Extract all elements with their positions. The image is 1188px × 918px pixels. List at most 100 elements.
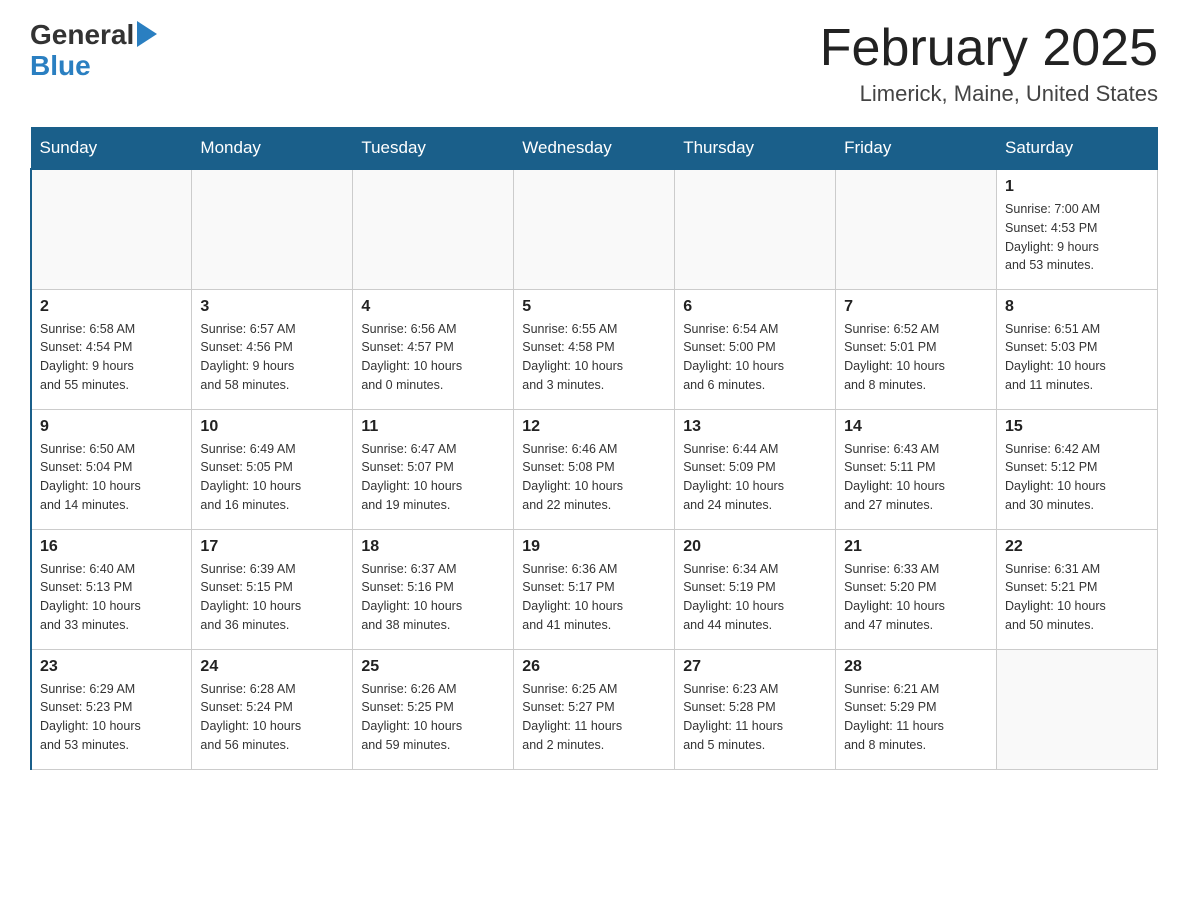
day-number: 28 [844,658,988,676]
day-info: Sunrise: 6:46 AMSunset: 5:08 PMDaylight:… [522,440,666,515]
day-info: Sunrise: 6:29 AMSunset: 5:23 PMDaylight:… [40,680,183,755]
day-number: 9 [40,418,183,436]
day-cell [836,169,997,289]
week-row-2: 2 Sunrise: 6:58 AMSunset: 4:54 PMDaylight… [31,289,1158,409]
day-cell: 3 Sunrise: 6:57 AMSunset: 4:56 PMDaylight… [192,289,353,409]
day-cell: 7 Sunrise: 6:52 AMSunset: 5:01 PMDaylight… [836,289,997,409]
day-cell: 2 Sunrise: 6:58 AMSunset: 4:54 PMDaylight… [31,289,192,409]
day-number: 22 [1005,538,1149,556]
day-info: Sunrise: 6:52 AMSunset: 5:01 PMDaylight:… [844,320,988,395]
header-cell-monday: Monday [192,128,353,170]
header-cell-wednesday: Wednesday [514,128,675,170]
day-cell: 16Sunrise: 6:40 AMSunset: 5:13 PMDayligh… [31,529,192,649]
day-number: 2 [40,298,183,316]
header-cell-tuesday: Tuesday [353,128,514,170]
logo-blue-text: Blue [30,50,91,81]
day-cell [514,169,675,289]
day-number: 3 [200,298,344,316]
calendar-table: SundayMondayTuesdayWednesdayThursdayFrid… [30,127,1158,770]
header-cell-saturday: Saturday [997,128,1158,170]
logo-general-text: General [30,20,134,51]
day-number: 7 [844,298,988,316]
day-info: Sunrise: 6:49 AMSunset: 5:05 PMDaylight:… [200,440,344,515]
day-cell: 13Sunrise: 6:44 AMSunset: 5:09 PMDayligh… [675,409,836,529]
week-row-4: 16Sunrise: 6:40 AMSunset: 5:13 PMDayligh… [31,529,1158,649]
day-number: 14 [844,418,988,436]
logo-arrow-icon [137,21,157,47]
day-info: Sunrise: 6:21 AMSunset: 5:29 PMDaylight:… [844,680,988,755]
day-info: Sunrise: 6:37 AMSunset: 5:16 PMDaylight:… [361,560,505,635]
day-number: 26 [522,658,666,676]
month-title: February 2025 [820,20,1158,77]
day-info: Sunrise: 6:50 AMSunset: 5:04 PMDaylight:… [40,440,183,515]
day-number: 1 [1005,178,1149,196]
day-number: 4 [361,298,505,316]
day-info: Sunrise: 6:42 AMSunset: 5:12 PMDaylight:… [1005,440,1149,515]
week-row-1: 1 Sunrise: 7:00 AMSunset: 4:53 PMDaylight… [31,169,1158,289]
day-cell: 10Sunrise: 6:49 AMSunset: 5:05 PMDayligh… [192,409,353,529]
day-cell: 12 Sunrise: 6:46 AMSunset: 5:08 PMDayligh… [514,409,675,529]
day-cell: 23 Sunrise: 6:29 AMSunset: 5:23 PMDayligh… [31,649,192,769]
calendar-header: SundayMondayTuesdayWednesdayThursdayFrid… [31,128,1158,170]
day-info: Sunrise: 6:39 AMSunset: 5:15 PMDaylight:… [200,560,344,635]
day-cell [192,169,353,289]
day-info: Sunrise: 6:57 AMSunset: 4:56 PMDaylight:… [200,320,344,395]
day-cell: 24 Sunrise: 6:28 AMSunset: 5:24 PMDayligh… [192,649,353,769]
day-cell: 4 Sunrise: 6:56 AMSunset: 4:57 PMDaylight… [353,289,514,409]
day-info: Sunrise: 6:34 AMSunset: 5:19 PMDaylight:… [683,560,827,635]
day-cell: 15 Sunrise: 6:42 AMSunset: 5:12 PMDayligh… [997,409,1158,529]
day-number: 19 [522,538,666,556]
day-cell: 17 Sunrise: 6:39 AMSunset: 5:15 PMDayligh… [192,529,353,649]
day-info: Sunrise: 6:28 AMSunset: 5:24 PMDaylight:… [200,680,344,755]
day-number: 5 [522,298,666,316]
day-cell: 28 Sunrise: 6:21 AMSunset: 5:29 PMDayligh… [836,649,997,769]
day-number: 20 [683,538,827,556]
day-number: 18 [361,538,505,556]
day-number: 27 [683,658,827,676]
day-number: 13 [683,418,827,436]
day-info: Sunrise: 7:00 AMSunset: 4:53 PMDaylight:… [1005,200,1149,275]
day-number: 25 [361,658,505,676]
day-info: Sunrise: 6:47 AMSunset: 5:07 PMDaylight:… [361,440,505,515]
day-cell: 6 Sunrise: 6:54 AMSunset: 5:00 PMDaylight… [675,289,836,409]
header-row: SundayMondayTuesdayWednesdayThursdayFrid… [31,128,1158,170]
day-cell: 1 Sunrise: 7:00 AMSunset: 4:53 PMDaylight… [997,169,1158,289]
day-number: 15 [1005,418,1149,436]
day-info: Sunrise: 6:58 AMSunset: 4:54 PMDaylight:… [40,320,183,395]
day-cell: 14 Sunrise: 6:43 AMSunset: 5:11 PMDayligh… [836,409,997,529]
day-cell: 25 Sunrise: 6:26 AMSunset: 5:25 PMDayligh… [353,649,514,769]
day-cell [353,169,514,289]
location-title: Limerick, Maine, United States [820,81,1158,107]
day-number: 6 [683,298,827,316]
logo-blue-row: Blue [30,51,157,82]
day-number: 16 [40,538,183,556]
day-info: Sunrise: 6:43 AMSunset: 5:11 PMDaylight:… [844,440,988,515]
day-cell: 22 Sunrise: 6:31 AMSunset: 5:21 PMDayligh… [997,529,1158,649]
day-cell: 21 Sunrise: 6:33 AMSunset: 5:20 PMDayligh… [836,529,997,649]
day-cell: 11 Sunrise: 6:47 AMSunset: 5:07 PMDayligh… [353,409,514,529]
day-cell: 18 Sunrise: 6:37 AMSunset: 5:16 PMDayligh… [353,529,514,649]
logo-wrapper: General Blue [30,20,157,82]
day-info: Sunrise: 6:54 AMSunset: 5:00 PMDaylight:… [683,320,827,395]
day-number: 23 [40,658,183,676]
day-info: Sunrise: 6:56 AMSunset: 4:57 PMDaylight:… [361,320,505,395]
page-header: General Blue February 2025 Limerick, Mai… [30,20,1158,107]
logo-top-row: General [30,20,157,51]
day-number: 8 [1005,298,1149,316]
day-cell: 5Sunrise: 6:55 AMSunset: 4:58 PMDaylight… [514,289,675,409]
day-number: 11 [361,418,505,436]
day-cell: 9 Sunrise: 6:50 AMSunset: 5:04 PMDaylight… [31,409,192,529]
day-cell: 27Sunrise: 6:23 AMSunset: 5:28 PMDayligh… [675,649,836,769]
day-cell [31,169,192,289]
day-number: 24 [200,658,344,676]
day-number: 17 [200,538,344,556]
day-info: Sunrise: 6:31 AMSunset: 5:21 PMDaylight:… [1005,560,1149,635]
title-block: February 2025 Limerick, Maine, United St… [820,20,1158,107]
day-cell: 8Sunrise: 6:51 AMSunset: 5:03 PMDaylight… [997,289,1158,409]
day-number: 21 [844,538,988,556]
header-cell-sunday: Sunday [31,128,192,170]
day-info: Sunrise: 6:26 AMSunset: 5:25 PMDaylight:… [361,680,505,755]
day-info: Sunrise: 6:33 AMSunset: 5:20 PMDaylight:… [844,560,988,635]
day-number: 12 [522,418,666,436]
day-cell: 20 Sunrise: 6:34 AMSunset: 5:19 PMDayligh… [675,529,836,649]
